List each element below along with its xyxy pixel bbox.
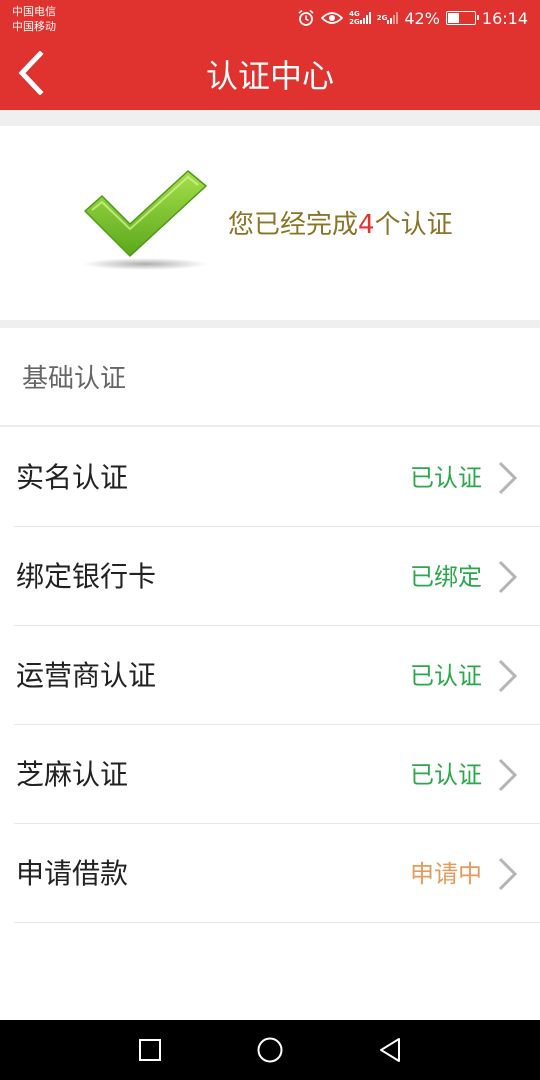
- app-header: 中国电信 中国移动 4G 2G 2G 42% 16:14 认证中心: [0, 0, 540, 110]
- eye-icon: [321, 10, 344, 26]
- verification-list: 实名认证 已认证 绑定银行卡 已绑定 运营商认证 已认证 芝麻认证 已认证 申请…: [0, 428, 540, 923]
- home-icon: [257, 1037, 283, 1063]
- carrier-1: 中国电信: [12, 5, 56, 18]
- divider-band-middle: [0, 320, 540, 328]
- item-status: 已认证: [410, 761, 482, 789]
- summary-card: 您已经完成4个认证: [0, 126, 540, 320]
- network-type-2: 2G: [376, 14, 388, 22]
- item-status: 申请中: [410, 860, 482, 888]
- list-item-carrier[interactable]: 运营商认证 已认证: [0, 626, 540, 725]
- carrier-info: 中国电信 中国移动: [12, 4, 56, 34]
- battery-percent: 42%: [404, 8, 440, 28]
- checkmark-icon: [83, 170, 207, 270]
- network-type-1: 4G: [349, 10, 360, 18]
- page-title: 认证中心: [205, 57, 334, 95]
- section-title: 基础认证: [22, 364, 127, 394]
- battery-icon: [445, 11, 479, 25]
- item-status: 已认证: [410, 464, 482, 492]
- list-item-loan-application[interactable]: 申请借款 申请中: [0, 824, 540, 923]
- summary-prefix: 您已经完成: [228, 210, 359, 240]
- divider-band-top: [0, 110, 540, 126]
- home-button[interactable]: [254, 1034, 286, 1066]
- chevron-right-icon: [498, 857, 518, 891]
- carrier-2: 中国移动: [12, 20, 56, 33]
- list-item-bank-card[interactable]: 绑定银行卡 已绑定: [0, 527, 540, 626]
- summary-text: 您已经完成4个认证: [228, 208, 453, 242]
- signal-icon-1: 4G 2G: [349, 10, 371, 26]
- chevron-right-icon: [498, 461, 518, 495]
- item-label: 申请借款: [16, 857, 129, 890]
- signal-icon-2: 2G: [377, 12, 399, 24]
- item-label: 绑定银行卡: [16, 560, 157, 593]
- chevron-right-icon: [498, 659, 518, 693]
- chevron-right-icon: [498, 560, 518, 594]
- list-item-realname[interactable]: 实名认证 已认证: [0, 428, 540, 527]
- summary-count: 4: [358, 210, 375, 240]
- back-nav-button[interactable]: [374, 1034, 406, 1066]
- alarm-icon: [297, 9, 315, 27]
- status-bar: 中国电信 中国移动 4G 2G 2G 42% 16:14: [0, 0, 540, 38]
- section-divider: [0, 425, 540, 427]
- system-nav-bar: [0, 1020, 540, 1080]
- summary-suffix: 个认证: [374, 210, 453, 240]
- item-status: 已认证: [410, 662, 482, 690]
- network-type-1b: 2G: [349, 18, 360, 26]
- item-label: 芝麻认证: [16, 758, 129, 791]
- chevron-right-icon: [498, 758, 518, 792]
- item-label: 运营商认证: [16, 659, 157, 692]
- clock: 16:14: [481, 8, 528, 28]
- item-status: 已绑定: [410, 563, 482, 591]
- item-label: 实名认证: [16, 461, 129, 494]
- recent-apps-icon: [139, 1039, 161, 1061]
- status-icons: 4G 2G 2G 42% 16:14: [297, 6, 528, 30]
- list-item-sesame[interactable]: 芝麻认证 已认证: [0, 725, 540, 824]
- recent-apps-button[interactable]: [134, 1034, 166, 1066]
- back-icon: [380, 1038, 400, 1062]
